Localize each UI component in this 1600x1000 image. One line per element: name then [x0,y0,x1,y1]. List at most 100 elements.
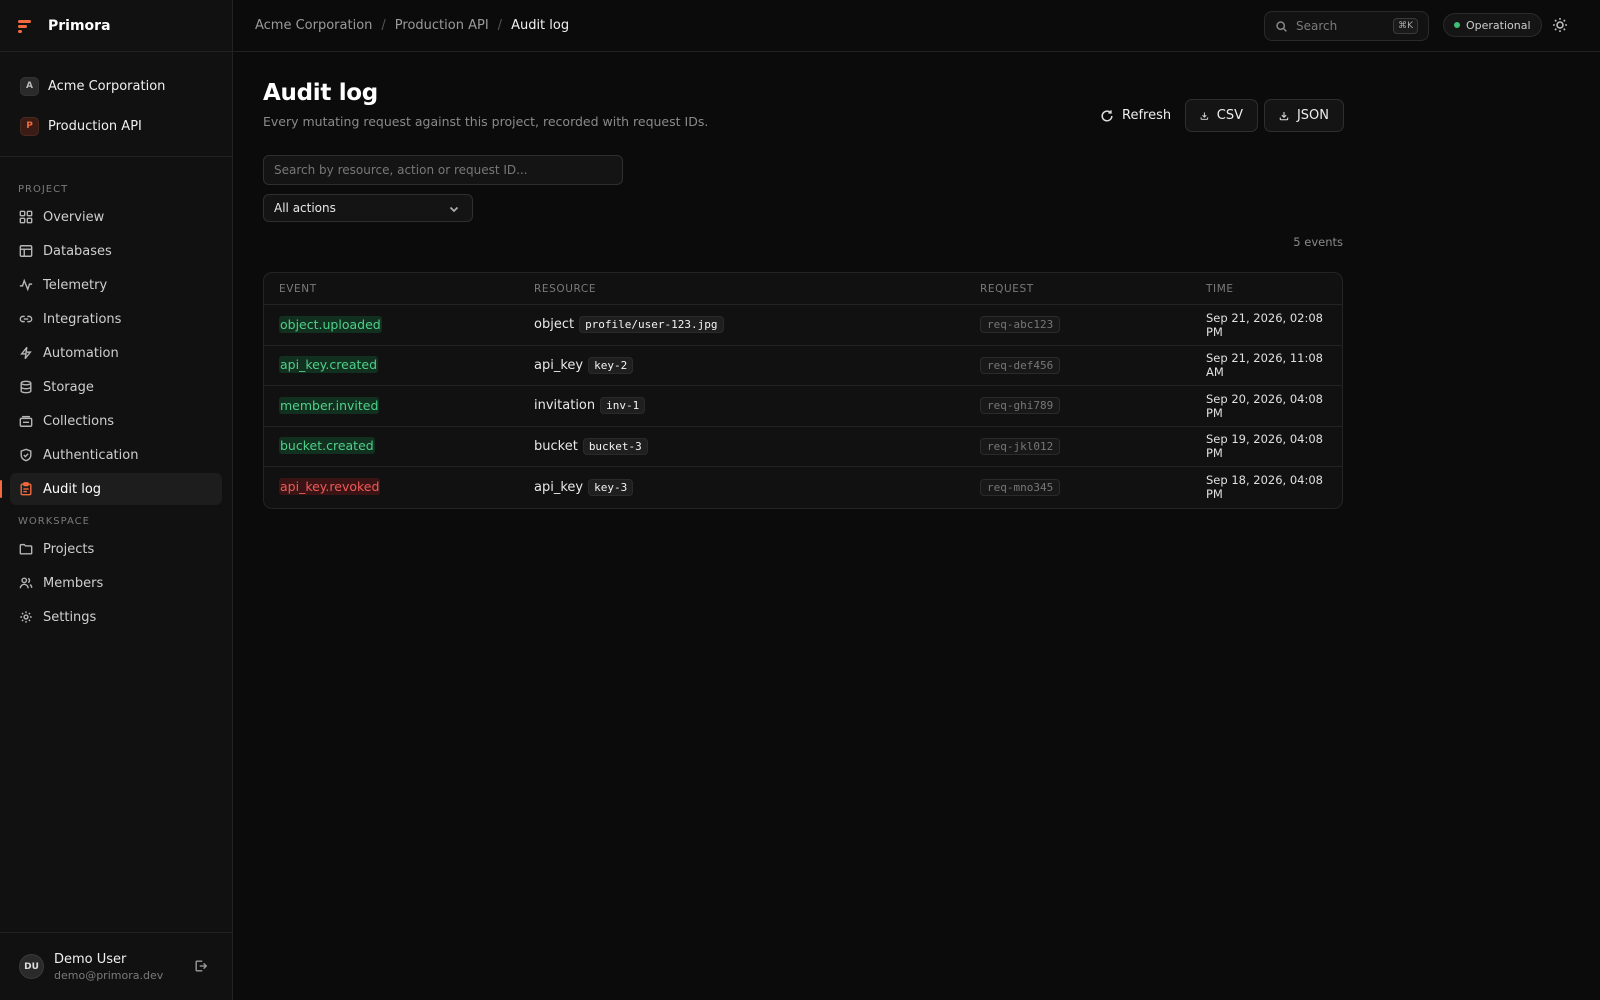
bolt-icon [20,346,32,360]
export-csv-button[interactable]: CSV [1185,99,1258,132]
table-row[interactable]: object.uploaded object profile/user-123.j… [264,305,1342,346]
request-id[interactable]: req-mno345 [980,478,1061,496]
status-text: Operational [1466,18,1531,32]
search-icon [1276,20,1287,32]
user-profile[interactable]: DU Demo User demo@primora.dev [0,932,232,1000]
json-label: JSON [1296,108,1329,123]
sidebar-item-label: Authentication [43,447,139,463]
clipboard-icon [20,482,32,496]
sidebar-item-members[interactable]: Members [10,567,222,599]
sun-icon[interactable] [1552,17,1568,33]
activity-icon [19,278,33,292]
table-header: EVENT RESOURCE REQUEST TIME [264,273,1342,305]
csv-label: CSV [1216,108,1243,123]
table-row[interactable]: member.invited invitation inv-1 req-ghi78… [264,386,1342,427]
gear-icon [20,611,32,623]
brand[interactable]: Primora [0,0,232,52]
project-name: Production API [48,118,142,134]
sidebar-item-label: Databases [43,243,112,259]
table-row[interactable]: bucket.created bucket bucket-3 req-jkl012… [264,427,1342,467]
action-filter-select[interactable]: All actions [263,194,473,222]
action-filter-value: All actions [274,201,336,215]
refresh-label: Refresh [1122,108,1172,123]
sidebar-item-label: Projects [43,541,95,557]
sidebar-item-automation[interactable]: Automation [10,337,222,369]
link-icon [19,315,33,323]
resource-id: bucket-3 [582,437,648,455]
folder-icon [19,543,33,555]
column-header-request[interactable]: REQUEST [980,283,1034,295]
breadcrumb: Acme Corporation / Production API / Audi… [255,18,569,33]
breadcrumb-current: Audit log [511,18,570,33]
sidebar-item-settings[interactable]: Settings [10,601,222,633]
sidebar-item-databases[interactable]: Databases [10,235,222,267]
sidebar-item-label: Audit log [43,481,102,497]
refresh-icon [1101,109,1113,122]
resource-type: api_key [534,357,584,373]
user-info: Demo User demo@primora.dev [54,952,163,982]
sidebar-item-collections[interactable]: Collections [10,405,222,437]
column-header-event[interactable]: EVENT [279,283,317,295]
project-switcher[interactable]: P Production API [10,106,222,146]
sidebar-item-storage[interactable]: Storage [10,371,222,403]
resource-type: api_key [534,479,584,495]
sidebar-item-label: Automation [43,345,119,361]
export-json-button[interactable]: JSON [1264,99,1344,132]
user-name: Demo User [54,951,127,967]
audit-search-input[interactable]: Search by resource, action or request ID… [263,155,623,185]
table-icon [19,245,33,257]
sidebar-item-authentication[interactable]: Authentication [10,439,222,471]
org-switcher[interactable]: A Acme Corporation [10,66,222,106]
request-id[interactable]: req-jkl012 [980,437,1061,455]
request-id[interactable]: req-ghi789 [980,397,1061,415]
sidebar-item-label: Overview [43,209,105,225]
sidebar-item-audit-log[interactable]: Audit log [0,473,222,505]
event-name: object.uploaded [279,315,382,333]
column-header-resource[interactable]: RESOURCE [534,283,596,295]
event-time: Sep 21, 2026, 02:08 PM [1206,310,1323,339]
status-dot-icon [1454,22,1460,28]
status-badge[interactable]: Operational [1443,13,1542,37]
page-subtitle: Every mutating request against this proj… [263,114,709,129]
context-switchers: A Acme Corporation P Production API [0,52,232,157]
shield-icon [20,448,32,462]
resource-type: object [534,317,575,333]
search-shortcut: ⌘K [1393,18,1418,34]
refresh-button[interactable]: Refresh [1086,99,1185,132]
breadcrumb-project[interactable]: Production API [395,18,489,33]
topbar: Acme Corporation / Production API / Audi… [233,0,1600,52]
resource-type: bucket [534,438,578,454]
request-id[interactable]: req-def456 [980,356,1061,374]
sidebar-item-integrations[interactable]: Integrations [10,303,222,335]
breadcrumb-org[interactable]: Acme Corporation [255,18,372,33]
sidebar-item-overview[interactable]: Overview [10,201,222,233]
sidebar-item-label: Integrations [43,311,122,327]
event-name: api_key.revoked [279,478,381,496]
sidebar-item-label: Telemetry [43,277,108,293]
grid-icon [19,210,33,224]
org-badge: A [20,76,39,96]
nav-heading-project: PROJECT [18,184,69,195]
sidebar-item-projects[interactable]: Projects [10,533,222,565]
table-row[interactable]: api_key.created api_key key-2 req-def456 … [264,346,1342,386]
resource-id: inv-1 [600,397,646,415]
search-placeholder: Search [1296,19,1338,33]
event-count: 5 events [1293,235,1343,249]
user-email: demo@primora.dev [54,968,164,982]
sidebar-item-label: Storage [43,379,94,395]
sidebar-item-label: Collections [43,413,115,429]
column-header-time[interactable]: TIME [1206,283,1234,295]
org-name: Acme Corporation [48,78,166,94]
request-id[interactable]: req-abc123 [980,316,1061,334]
audit-search-placeholder: Search by resource, action or request ID… [274,163,528,177]
logout-icon[interactable] [194,959,208,973]
event-time: Sep 20, 2026, 04:08 PM [1206,391,1323,420]
resource-type: invitation [534,398,596,414]
global-search[interactable]: Search ⌘K [1264,11,1429,41]
audit-table: EVENT RESOURCE REQUEST TIME object.uploa… [263,272,1343,509]
sidebar-item-label: Settings [43,609,97,625]
sidebar-item-telemetry[interactable]: Telemetry [10,269,222,301]
resource-id: key-3 [588,478,634,496]
table-row[interactable]: api_key.revoked api_key key-3 req-mno345 … [264,467,1342,508]
sidebar-nav: PROJECT Overview Databases Telemetry Int… [0,173,232,633]
